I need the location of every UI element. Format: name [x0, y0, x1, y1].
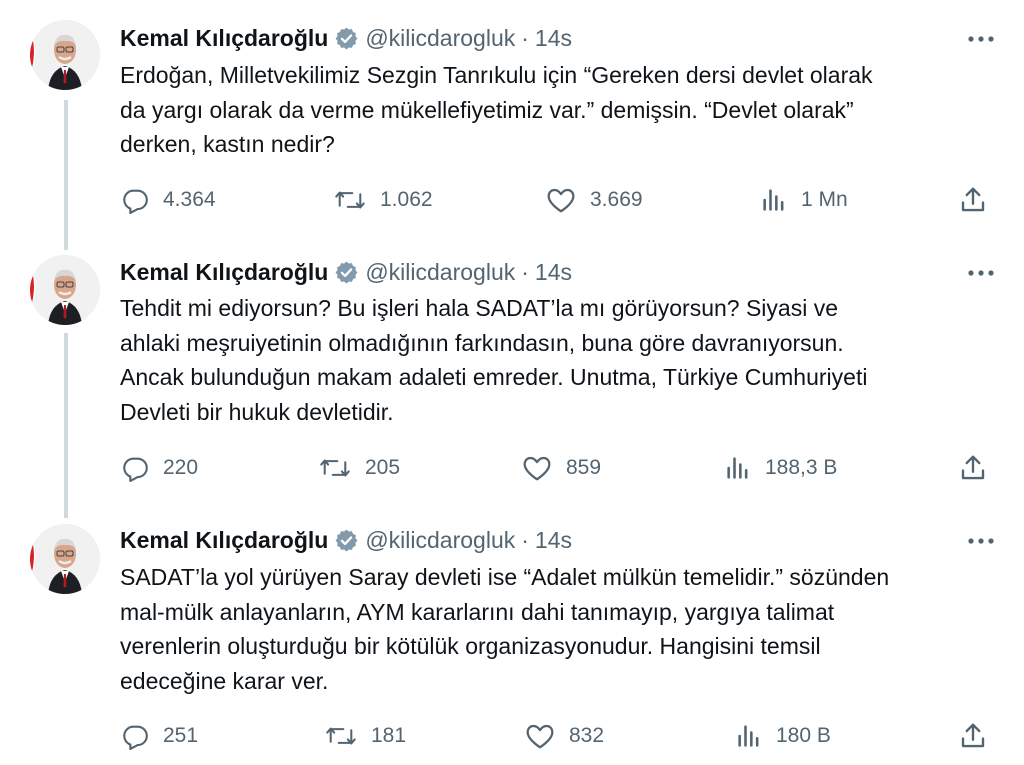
views-button[interactable]: 1 Mn [761, 185, 848, 215]
like-count: 832 [569, 724, 605, 747]
like-icon [546, 186, 576, 214]
share-button[interactable] [958, 185, 988, 215]
tweet-header: Kemal Kılıçdaroğlu @kilicdarogluk · 14s [120, 257, 572, 287]
more-options-icon[interactable] [964, 263, 998, 283]
retweet-icon [319, 454, 351, 482]
tweet-text: SADAT’la yol yürüyen Saray devleti ise “… [120, 560, 1010, 698]
reply-button[interactable]: 220 [121, 453, 198, 483]
views-button[interactable]: 188,3 B [725, 453, 837, 483]
reply-count: 220 [163, 456, 199, 479]
tweet-text-line: verenlerin oluşturduğu bir kötülük organ… [120, 633, 821, 659]
author-handle[interactable]: @kilicdarogluk [365, 259, 515, 286]
like-count: 859 [566, 456, 602, 479]
tweet[interactable]: Kemal Kılıçdaroğlu @kilicdarogluk · 14s … [0, 502, 1024, 765]
tweet-text-line: mal-mülk anlayanların, AYM kararlarını d… [120, 598, 835, 625]
retweet-icon [334, 186, 366, 214]
tweet-timestamp[interactable]: 14s [535, 25, 572, 52]
tweet-text-line: Ancak bulunduğun makam adaleti emreder. … [120, 364, 868, 390]
views-count: 188,3 B [765, 456, 838, 479]
tweet-text-line: Erdoğan, Milletvekilimiz Sezgin Tanrıkul… [120, 62, 873, 88]
views-count: 180 B [776, 724, 831, 747]
tweet-text-line: Tehdit mi ediyorsun? Bu işleri hala SADA… [120, 295, 838, 321]
tweet-text-line: SADAT’la yol yürüyen Saray devleti ise “… [120, 564, 890, 590]
tweet-actions: 4.364 1.062 3.669 1 Mn [0, 185, 1024, 215]
tweet-header: Kemal Kılıçdaroğlu @kilicdarogluk · 14s [120, 23, 572, 53]
tweet-text-line: edeceğine karar ver. [120, 667, 329, 694]
reply-icon [121, 186, 149, 214]
like-button[interactable]: 859 [522, 453, 601, 483]
author-avatar[interactable] [30, 255, 100, 325]
reply-icon [121, 454, 149, 482]
retweet-button[interactable]: 1.062 [334, 185, 433, 215]
reply-count: 251 [163, 724, 199, 747]
tweet[interactable]: Kemal Kılıçdaroğlu @kilicdarogluk · 14s … [0, 232, 1024, 515]
tweet-text-line: Devleti bir hukuk devletidir. [120, 398, 394, 425]
author-handle[interactable]: @kilicdarogluk [365, 25, 515, 52]
retweet-button[interactable]: 205 [319, 453, 400, 483]
tweet-text-line: derken, kastın nedir? [120, 131, 335, 157]
like-button[interactable]: 3.669 [546, 185, 643, 215]
tweet-header: Kemal Kılıçdaroğlu @kilicdarogluk · 14s [120, 525, 572, 555]
like-button[interactable]: 832 [525, 721, 604, 751]
author-avatar[interactable] [30, 524, 100, 594]
tweet[interactable]: Kemal Kılıçdaroğlu @kilicdarogluk · 14s … [0, 0, 1024, 245]
views-icon [736, 722, 762, 750]
like-icon [525, 722, 555, 750]
share-button[interactable] [958, 453, 988, 483]
views-icon [761, 186, 787, 214]
share-button[interactable] [958, 721, 988, 751]
author-name[interactable]: Kemal Kılıçdaroğlu [120, 527, 328, 554]
verified-badge-icon [334, 528, 359, 553]
author-avatar[interactable] [30, 20, 100, 90]
reply-count: 4.364 [163, 188, 216, 211]
tweet-actions: 251 181 832 180 B [0, 721, 1024, 751]
more-options-icon[interactable] [964, 29, 998, 49]
author-name[interactable]: Kemal Kılıçdaroğlu [120, 25, 328, 52]
tweet-text: Tehdit mi ediyorsun? Bu işleri hala SADA… [120, 291, 1010, 429]
reply-button[interactable]: 251 [121, 721, 198, 751]
author-handle[interactable]: @kilicdarogluk [365, 527, 515, 554]
tweet-text-line: ahlaki meşruiyetinin olmadığının farkınd… [120, 329, 844, 356]
tweet-text: Erdoğan, Milletvekilimiz Sezgin Tanrıkul… [120, 58, 1010, 162]
tweet-text-line: da yargı olarak da verme mükellefiyetimi… [120, 96, 854, 123]
tweet-timestamp[interactable]: 14s [535, 259, 572, 286]
share-icon [958, 187, 988, 219]
retweet-count: 1.062 [380, 188, 433, 211]
more-options-icon[interactable] [964, 531, 998, 551]
like-count: 3.669 [590, 188, 643, 211]
tweet-actions: 220 205 859 188,3 B [0, 453, 1024, 483]
views-button[interactable]: 180 B [736, 721, 831, 751]
views-count: 1 Mn [801, 188, 848, 211]
views-icon [725, 454, 751, 482]
author-name[interactable]: Kemal Kılıçdaroğlu [120, 259, 328, 286]
tweet-timestamp[interactable]: 14s [535, 527, 572, 554]
retweet-icon [325, 722, 357, 750]
separator-dot: · [521, 258, 529, 285]
retweet-count: 181 [371, 724, 407, 747]
verified-badge-icon [334, 26, 359, 51]
verified-badge-icon [334, 260, 359, 285]
retweet-count: 205 [365, 456, 401, 479]
like-icon [522, 454, 552, 482]
reply-button[interactable]: 4.364 [121, 185, 216, 215]
retweet-button[interactable]: 181 [325, 721, 406, 751]
tweet-thread: Kemal Kılıçdaroğlu @kilicdarogluk · 14s … [0, 0, 1024, 765]
separator-dot: · [521, 526, 529, 553]
reply-icon [121, 722, 149, 750]
share-icon [958, 455, 988, 487]
share-icon [958, 723, 988, 755]
separator-dot: · [521, 24, 529, 51]
